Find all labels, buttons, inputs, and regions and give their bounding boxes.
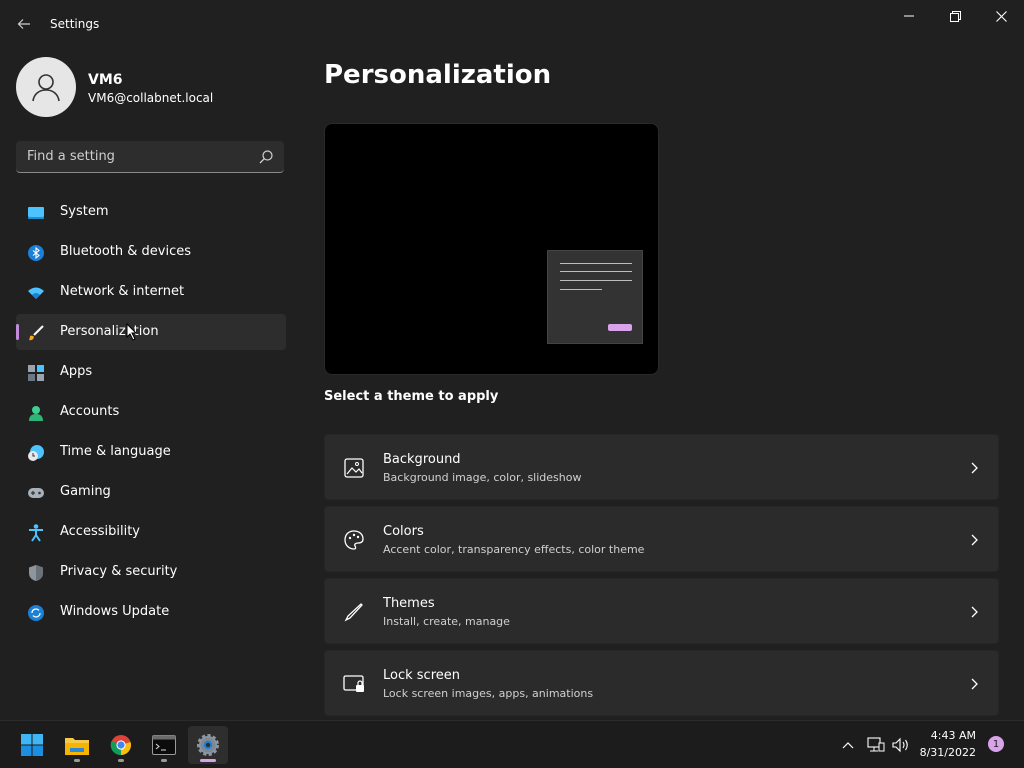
sidebar-item-label: Gaming	[60, 484, 111, 499]
sidebar-item-label: Windows Update	[60, 604, 170, 619]
sidebar-item-network[interactable]: Network & internet	[16, 274, 286, 310]
sidebar-item-apps[interactable]: Apps	[16, 354, 286, 390]
clock-time[interactable]: 4:43 AM	[920, 729, 976, 742]
chevron-right-icon	[971, 534, 978, 546]
palette-icon	[344, 530, 364, 550]
user-name: VM6	[88, 72, 123, 88]
card-title: Lock screen	[383, 668, 460, 683]
sidebar-item-privacy-security[interactable]: Privacy & security	[16, 554, 286, 590]
update-icon	[27, 604, 45, 622]
section-label: Select a theme to apply	[324, 389, 499, 404]
clock-date[interactable]: 8/31/2022	[912, 746, 976, 759]
shield-icon	[27, 564, 45, 582]
chevron-up-icon	[842, 742, 854, 749]
sidebar-item-label: Accounts	[60, 404, 120, 419]
taskbar-settings[interactable]	[188, 726, 228, 764]
sidebar-item-label: Personalization	[60, 324, 159, 339]
card-subtitle: Install, create, manage	[383, 615, 510, 628]
back-button[interactable]	[12, 12, 36, 36]
close-icon	[995, 10, 1007, 22]
monitor-icon	[27, 204, 45, 222]
search-box[interactable]	[16, 141, 284, 173]
sidebar-item-label: Bluetooth & devices	[60, 244, 191, 259]
card-title: Background	[383, 452, 461, 467]
wifi-icon	[27, 284, 45, 302]
sidebar-item-label: Network & internet	[60, 284, 185, 299]
sidebar-item-label: Apps	[60, 364, 93, 379]
sidebar-item-personalization[interactable]: Personalization	[16, 314, 286, 350]
sidebar-item-label: Accessibility	[60, 524, 140, 539]
card-subtitle: Lock screen images, apps, animations	[383, 687, 594, 700]
minimize-icon	[904, 15, 914, 17]
sidebar-item-bluetooth[interactable]: Bluetooth & devices	[16, 234, 286, 270]
card-subtitle: Background image, color, slideshow	[383, 471, 582, 484]
card-title: Colors	[383, 524, 424, 539]
sidebar-item-label: System	[60, 204, 109, 219]
card-title: Themes	[383, 596, 435, 611]
chevron-right-icon	[971, 678, 978, 690]
mouse-cursor-icon	[126, 323, 138, 341]
user-profile[interactable]: VM6 VM6@collabnet.local	[16, 57, 286, 117]
lock-screen-icon	[343, 675, 364, 692]
card-lock-screen[interactable]: Lock screen Lock screen images, apps, an…	[324, 650, 999, 716]
close-button[interactable]	[978, 0, 1024, 32]
tray-overflow-button[interactable]	[838, 735, 858, 755]
avatar[interactable]	[16, 57, 76, 117]
card-background[interactable]: Background Background image, color, slid…	[324, 434, 999, 500]
sidebar-item-label: Privacy & security	[60, 564, 178, 579]
sidebar-item-windows-update[interactable]: Windows Update	[16, 594, 286, 630]
title-bar: Settings	[0, 0, 1024, 48]
card-themes[interactable]: Themes Install, create, manage	[324, 578, 999, 644]
taskbar-terminal[interactable]	[144, 726, 184, 764]
restore-button[interactable]	[932, 0, 978, 32]
tray-volume[interactable]	[891, 735, 911, 755]
image-icon	[344, 458, 364, 478]
page-title: Personalization	[324, 60, 552, 90]
settings-icon	[197, 734, 219, 756]
preview-accent-button	[608, 324, 632, 331]
terminal-icon	[152, 735, 176, 755]
gamepad-icon	[27, 484, 45, 502]
clock-globe-icon	[27, 444, 45, 462]
search-input[interactable]	[16, 141, 252, 172]
taskbar-chrome[interactable]	[101, 726, 141, 764]
accessibility-icon	[27, 524, 45, 542]
volume-icon	[892, 737, 908, 753]
start-icon	[21, 734, 43, 756]
chrome-icon	[110, 735, 131, 756]
chevron-right-icon	[971, 462, 978, 474]
person-icon	[32, 74, 60, 102]
card-subtitle: Accent color, transparency effects, colo…	[383, 543, 645, 556]
search-icon[interactable]	[258, 149, 274, 165]
restore-icon	[949, 10, 961, 22]
brush-icon	[27, 324, 45, 342]
sidebar-item-label: Time & language	[60, 444, 171, 459]
taskbar: 4:43 AM 8/31/2022	[0, 720, 1024, 768]
tray-network[interactable]	[866, 735, 886, 755]
minimize-button[interactable]	[886, 0, 932, 32]
theme-preview	[324, 123, 659, 375]
sidebar-item-system[interactable]: System	[16, 194, 286, 230]
user-email: VM6@collabnet.local	[88, 91, 214, 105]
file-explorer-icon	[65, 738, 89, 755]
preview-window	[547, 250, 643, 344]
sidebar-item-accessibility[interactable]: Accessibility	[16, 514, 286, 550]
back-arrow-icon	[17, 19, 30, 29]
apps-icon	[27, 364, 45, 382]
sidebar-item-gaming[interactable]: Gaming	[16, 474, 286, 510]
network-icon	[867, 737, 885, 752]
taskbar-file-explorer[interactable]	[57, 726, 97, 764]
app-title: Settings	[50, 17, 100, 31]
sidebar-item-accounts[interactable]: Accounts	[16, 394, 286, 430]
notification-badge[interactable]: 1	[988, 736, 1004, 752]
chevron-right-icon	[971, 606, 978, 618]
sidebar-item-time-language[interactable]: Time & language	[16, 434, 286, 470]
account-icon	[27, 404, 45, 422]
bluetooth-icon	[27, 244, 45, 262]
sidebar-nav: System Bluetooth & devices Network & int…	[16, 194, 286, 634]
card-colors[interactable]: Colors Accent color, transparency effect…	[324, 506, 999, 572]
pen-icon	[344, 603, 363, 622]
start-button[interactable]	[12, 726, 52, 764]
